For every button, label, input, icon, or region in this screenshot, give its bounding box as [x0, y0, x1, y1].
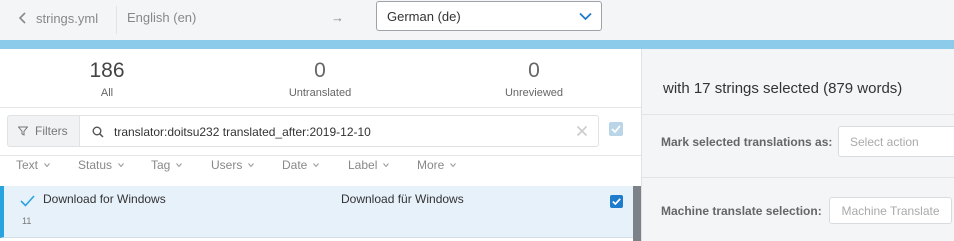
source-language: English (en) — [127, 10, 197, 25]
chevron-down-icon — [44, 163, 50, 167]
search-input[interactable]: translator:doitsu232 translated_after:20… — [79, 115, 599, 147]
top-bar: strings.yml English (en) → German (de) — [0, 0, 954, 40]
column-filter-tag[interactable]: Tag — [151, 158, 211, 172]
column-filter-users[interactable]: Users — [211, 158, 282, 172]
stat-label: Untranslated — [288, 87, 352, 99]
column-filter-status[interactable]: Status — [78, 158, 151, 172]
chevron-down-icon — [118, 163, 124, 167]
stat-count: 186 — [89, 59, 125, 82]
stat-all[interactable]: 186 All — [0, 49, 214, 99]
chevron-down-icon — [248, 163, 255, 167]
divider — [0, 107, 641, 108]
chevron-down-icon — [313, 163, 320, 167]
column-filters: Text Status Tag Users Date Label More — [16, 158, 477, 172]
stat-label: All — [100, 87, 114, 99]
chevron-down-icon — [450, 163, 457, 167]
search-query: translator:doitsu232 translated_after:20… — [114, 125, 371, 139]
select-all-checkbox[interactable] — [609, 122, 623, 136]
funnel-icon — [18, 126, 28, 136]
target-language-value: German (de) — [387, 9, 461, 24]
stat-untranslated[interactable]: 0 Untranslated — [213, 49, 427, 99]
stat-label: Unreviewed — [504, 87, 564, 99]
string-number: 11 — [22, 216, 32, 226]
stat-count: 0 — [528, 59, 540, 82]
column-filter-text[interactable]: Text — [16, 158, 78, 172]
column-filter-label: Label — [348, 158, 378, 172]
string-list-panel: 186 All 0 Untranslated 0 Unreviewed Filt… — [0, 49, 641, 241]
column-filter-label: Status — [78, 158, 113, 172]
row-checkbox[interactable] — [610, 195, 623, 208]
column-filter-label: Date — [282, 158, 308, 172]
source-text: Download for Windows — [43, 192, 166, 206]
target-language-select[interactable]: German (de) — [376, 1, 602, 31]
column-filter-label-tab[interactable]: Label — [348, 158, 417, 172]
selection-panel: with 17 strings selected (879 words) Mar… — [642, 49, 954, 241]
scrollbar[interactable] — [633, 186, 641, 241]
back-link-label: strings.yml — [36, 10, 99, 26]
filters-button[interactable]: Filters — [7, 115, 79, 147]
filters-label: Filters — [35, 124, 68, 138]
divider — [642, 114, 954, 115]
translation-text: Download für Windows — [341, 192, 464, 206]
selection-title: with 17 strings selected (879 words) — [663, 80, 903, 97]
column-filter-label: Tag — [151, 158, 171, 172]
mark-as-label: Mark selected translations as: — [661, 135, 833, 149]
chevron-down-icon — [579, 12, 592, 21]
stat-count: 0 — [314, 59, 326, 82]
chevron-down-icon — [383, 163, 390, 167]
action-select[interactable]: Select action — [838, 126, 954, 157]
arrow-icon: → — [331, 10, 344, 25]
search-icon — [92, 126, 104, 138]
column-filter-date[interactable]: Date — [282, 158, 348, 172]
checkmark-icon — [20, 195, 35, 207]
divider — [0, 155, 641, 156]
machine-translate-label: Machine translate selection: — [661, 204, 822, 218]
checkmark-icon — [611, 125, 621, 133]
back-link[interactable]: strings.yml — [18, 9, 98, 27]
stat-unreviewed[interactable]: 0 Unreviewed — [427, 49, 641, 99]
string-row[interactable]: Download for Windows 11 Download für Win… — [0, 186, 633, 238]
column-filter-more[interactable]: More — [417, 158, 477, 172]
column-filter-label: More — [417, 158, 445, 172]
divider — [116, 6, 117, 34]
machine-translate-button[interactable]: Machine Translate — [829, 197, 952, 224]
chevron-down-icon — [176, 163, 183, 167]
progress-bar — [0, 40, 954, 49]
column-filter-label: Text — [16, 158, 39, 172]
divider — [642, 177, 954, 178]
checkmark-icon — [612, 198, 621, 205]
action-placeholder: Select action — [850, 135, 919, 149]
column-filter-label: Users — [211, 158, 243, 172]
chevron-left-icon — [18, 12, 26, 24]
close-icon[interactable] — [576, 125, 588, 137]
